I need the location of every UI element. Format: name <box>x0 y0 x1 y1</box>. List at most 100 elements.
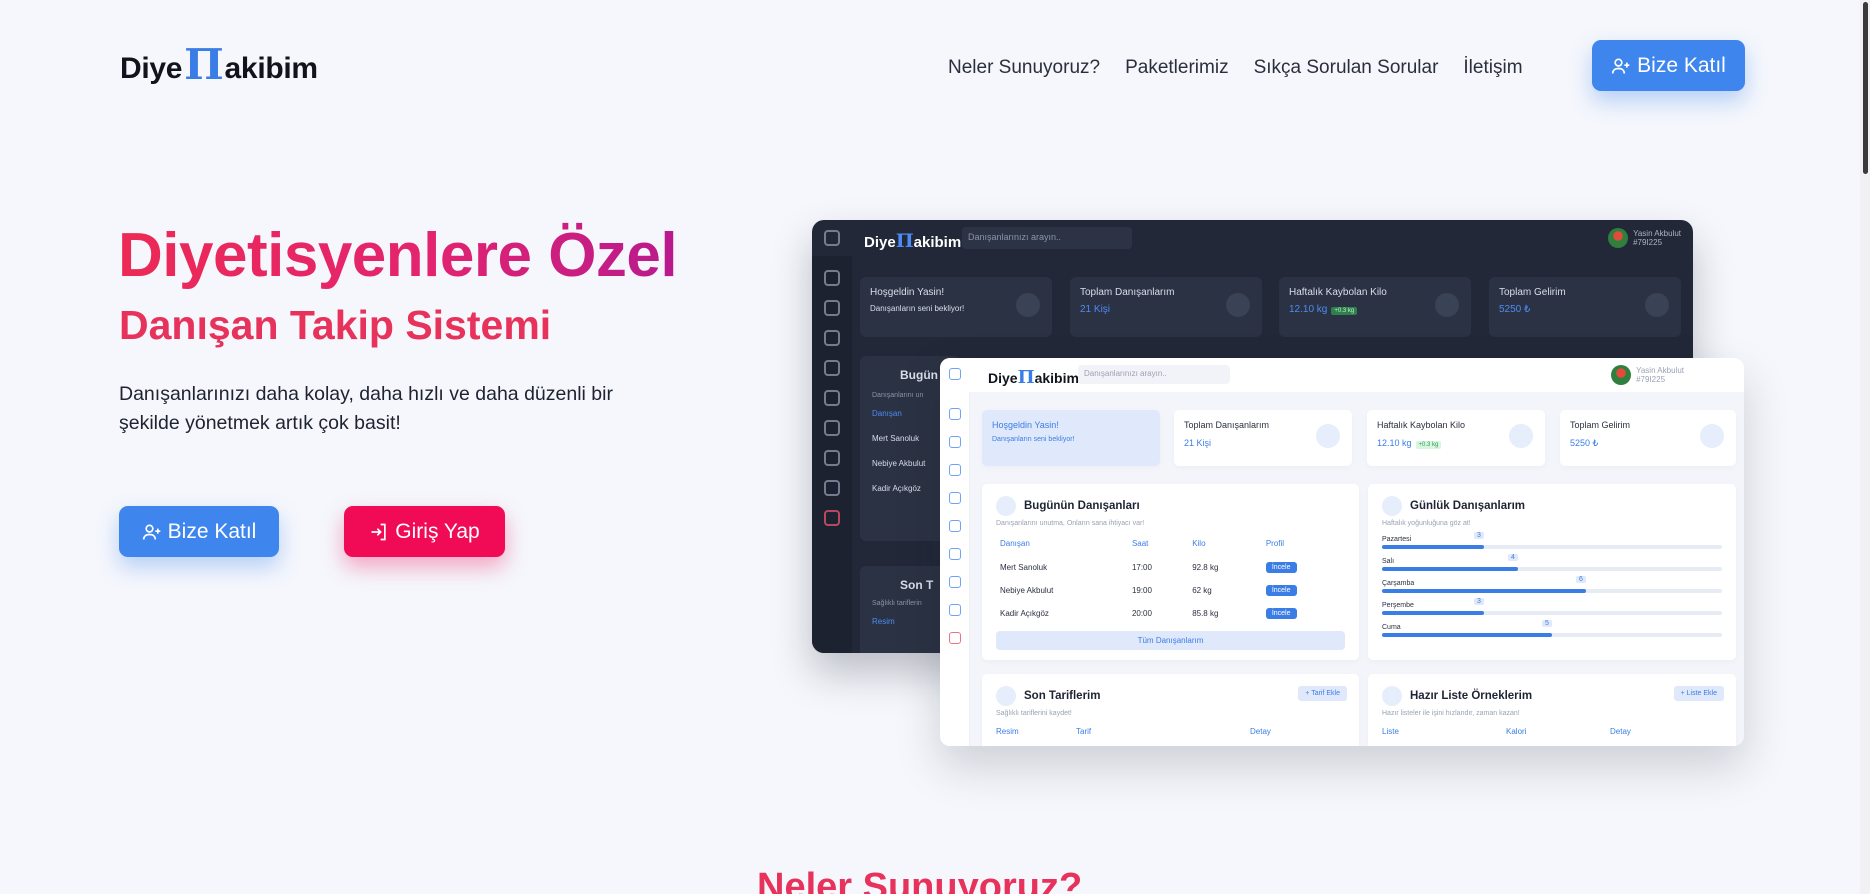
lists-panel: Hazır Liste Örneklerim Hazır listeler il… <box>1368 674 1736 746</box>
user-icon <box>948 436 961 448</box>
hero-login-label: Giriş Yap <box>395 519 480 543</box>
daily-bar-label: Pazartesi <box>1382 536 1412 543</box>
star-icon <box>1016 293 1040 317</box>
add-recipe-button[interactable]: + Tarif Ekle <box>1298 686 1347 701</box>
clients-card: Toplam Danışanlarım 21 Kişi <box>1174 410 1352 466</box>
daily-bar-value: 3 <box>1474 598 1484 605</box>
scrollbar-thumb[interactable] <box>1863 2 1868 174</box>
avatar <box>1608 228 1629 248</box>
daily-bar-row: Pazartesi 3 <box>1382 532 1722 549</box>
daily-bar-fill <box>1382 567 1518 571</box>
daily-bar-row: Çarşamba 6 <box>1382 576 1722 593</box>
dark-income-card: Toplam Gelirim 5250 ₺ <box>1489 277 1681 337</box>
dark-user: Yasin Akbulut #79I225 <box>1608 228 1681 248</box>
daily-bar-label: Salı <box>1382 558 1395 565</box>
edit-icon <box>948 604 961 616</box>
light-logo: DiyeΠakibim <box>988 367 1079 388</box>
daily-clients-panel: Günlük Danışanlarım Haftalık yoğunluğuna… <box>1368 484 1736 660</box>
daily-bar-track: 4 <box>1382 554 1722 571</box>
daily-bar-label: Perşembe <box>1382 602 1414 609</box>
services-section-title: Neler Sunuyoruz? <box>757 866 1083 894</box>
nav-link-faq[interactable]: Sıkça Sorulan Sorular <box>1254 57 1439 79</box>
logout-icon <box>948 632 961 644</box>
recipes-panel: Son Tariflerim Sağlıklı tariflerini kayd… <box>982 674 1359 746</box>
dark-weight-card: Haftalık Kaybolan Kilo 12.10 kg +0.3 kg <box>1279 277 1471 337</box>
daily-bar-fill <box>1382 545 1484 549</box>
daily-bar-row: Perşembe 3 <box>1382 598 1722 615</box>
daily-bars: Pazartesi 3 Salı 4 Çarşamba 6 Perşembe 3 Cuma 5 <box>1382 532 1722 637</box>
daily-bar-value: 6 <box>1576 576 1586 583</box>
document-icon <box>824 450 840 466</box>
user-icon <box>824 300 840 316</box>
edit-icon <box>824 480 840 496</box>
list-icon <box>948 548 961 560</box>
header-join-button[interactable]: Bize Katıl <box>1592 40 1745 91</box>
chart-icon <box>1435 293 1459 317</box>
target-icon <box>948 520 961 532</box>
hero-subtitle: Danışan Takip Sistemi <box>119 302 552 348</box>
daily-bar-value: 4 <box>1508 554 1518 561</box>
user-plus-icon <box>1226 293 1250 317</box>
document-icon <box>948 576 961 588</box>
daily-bar-value: 3 <box>1474 532 1484 539</box>
dark-welcome-card: Hoşgeldin Yasin! Danışanların seni bekli… <box>860 277 1052 337</box>
daily-bar-label: Cuma <box>1382 624 1401 631</box>
users-icon <box>824 330 840 346</box>
add-list-button[interactable]: + Liste Ekle <box>1673 686 1724 701</box>
all-clients-button[interactable]: Tüm Danışanlarım <box>996 631 1345 650</box>
chart-icon <box>1509 424 1533 448</box>
chart-icon <box>824 360 840 376</box>
welcome-card: Hoşgeldin Yasin! Danışanların seni bekli… <box>982 410 1160 466</box>
brand-logo-part: Diye <box>120 52 183 85</box>
nav-link-packages[interactable]: Paketlerimiz <box>1125 57 1228 79</box>
dashboard-preview-light: DiyeΠakibim Danışanlarınızı arayın.. Yas… <box>940 358 1744 746</box>
daily-bar-fill <box>1382 633 1552 637</box>
table-row: Nebiye Akbulut 19:00 62 kg İncele <box>996 579 1345 602</box>
brand-logo[interactable]: Diye Πakibim <box>120 44 318 86</box>
hero-title: Diyetisyenlere Özel <box>118 221 678 290</box>
daily-bar-track: 3 <box>1382 532 1722 549</box>
table-row: Mert Sanoluk 17:00 92.8 kg İncele <box>996 556 1345 579</box>
income-card: Toplam Gelirim 5250 ₺ <box>1560 410 1736 466</box>
target-icon <box>996 686 1016 706</box>
users-icon <box>996 496 1016 516</box>
daily-bar-track: 5 <box>1382 620 1722 637</box>
dark-search-input: Danışanlarınızı arayın.. <box>962 227 1132 249</box>
light-sidebar <box>940 392 970 746</box>
today-clients-table: Danışan Saat Kilo Profil Mert Sanoluk 17:00 9… <box>996 535 1345 625</box>
nav-link-services[interactable]: Neler Sunuyoruz? <box>948 57 1100 79</box>
light-search-input: Danışanlarınızı arayın.. <box>1078 365 1230 384</box>
inspect-button[interactable]: İncele <box>1265 585 1297 596</box>
daily-bar-row: Cuma 5 <box>1382 620 1722 637</box>
hero-join-label: Bize Katıl <box>167 519 257 543</box>
home-icon <box>948 408 961 420</box>
hero-description: Danışanlarınızı daha kolay, daha hızlı v… <box>119 383 613 434</box>
dark-sidebar <box>812 256 852 653</box>
hero-login-button[interactable]: Giriş Yap <box>344 506 505 557</box>
light-topbar: DiyeΠakibim Danışanlarınızı arayın.. Yas… <box>940 358 1744 392</box>
avatar <box>1611 365 1632 385</box>
daily-bar-label: Çarşamba <box>1382 580 1415 587</box>
login-icon <box>371 523 386 540</box>
daily-bar-row: Salı 4 <box>1382 554 1722 571</box>
header-join-label: Bize Katıl <box>1637 53 1726 77</box>
daily-bar-fill <box>1382 589 1586 593</box>
today-clients-panel: Bugünün Danışanları Danışanlarını unutma… <box>982 484 1359 660</box>
users-icon <box>948 464 961 476</box>
chart-icon <box>948 492 961 504</box>
daily-bar-track: 3 <box>1382 598 1722 615</box>
user-plus-icon <box>1611 58 1630 74</box>
grid-icon <box>824 230 840 246</box>
main-nav: Neler Sunuyoruz? Paketlerimiz Sıkça Soru… <box>948 57 1523 79</box>
user-plus-icon <box>1316 424 1340 448</box>
page-scrollbar[interactable] <box>1860 0 1870 894</box>
money-icon <box>1700 424 1724 448</box>
star-icon <box>1124 424 1148 448</box>
list-icon <box>1382 686 1402 706</box>
inspect-button[interactable]: İncele <box>1265 608 1297 619</box>
hero-join-button[interactable]: Bize Katıl <box>119 506 279 557</box>
list-icon <box>824 420 840 436</box>
nav-link-contact[interactable]: İletişim <box>1463 57 1522 79</box>
daily-bar-fill <box>1382 611 1484 615</box>
inspect-button[interactable]: İncele <box>1265 562 1297 573</box>
